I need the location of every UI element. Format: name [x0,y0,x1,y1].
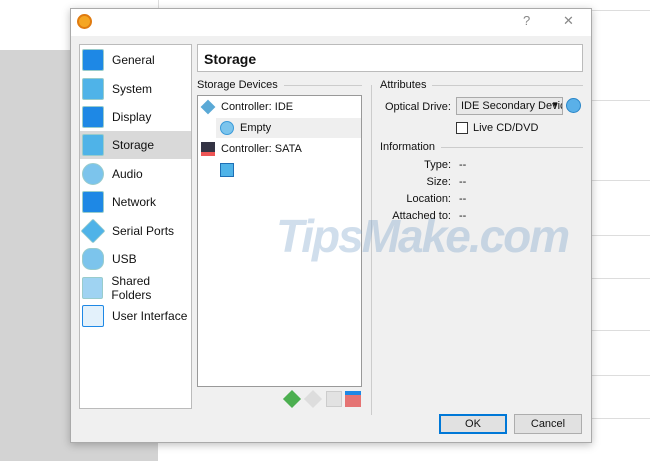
live-cd-checkbox[interactable] [456,122,468,134]
system-icon [82,78,104,100]
ide-controller-icon [200,99,216,115]
display-icon [82,106,104,128]
cancel-button[interactable]: Cancel [514,414,582,434]
close-button[interactable]: ✕ [563,13,574,29]
tree-item-empty-optical[interactable]: Empty [216,118,361,138]
remove-controller-icon[interactable] [303,389,323,409]
optical-disc-icon [220,121,234,135]
tree-item-controller-sata[interactable]: Controller: SATA [201,139,302,159]
general-icon [82,49,104,71]
background-line [592,100,650,101]
choose-disk-icon[interactable] [566,98,581,113]
help-button[interactable]: ? [523,13,530,28]
virtualbox-settings-icon [77,14,92,29]
add-attachment-icon[interactable] [326,391,342,407]
attributes-group: Attributes [380,79,583,91]
attached-to-value: -- [459,210,467,222]
serial-port-icon [80,218,106,244]
size-value: -- [459,176,467,188]
folder-icon [82,277,104,299]
background-line [592,418,650,419]
sidebar-item-user-interface[interactable]: User Interface [80,302,191,330]
attached-to-label: Attached to: [392,210,451,222]
background-line [592,10,650,11]
sidebar-item-audio[interactable]: Audio [80,160,191,188]
background-line [592,330,650,331]
network-icon [82,191,104,213]
location-label: Location: [406,193,451,205]
background-line [592,375,650,376]
live-cd-label: Live CD/DVD [473,122,539,134]
information-group: Information [380,141,583,153]
sidebar-item-usb[interactable]: USB [80,245,191,273]
background-line [592,235,650,236]
optical-drive-label: Optical Drive: [384,101,451,113]
sidebar-item-shared-folders[interactable]: Shared Folders [80,274,191,302]
add-controller-icon[interactable] [282,389,302,409]
hard-disk-icon [220,163,234,177]
user-interface-icon [82,305,104,327]
type-label: Type: [424,159,451,171]
optical-drive-select[interactable]: IDE Secondary Devic ▼ [456,97,563,115]
type-value: -- [459,159,467,171]
size-label: Size: [426,176,451,188]
background-line [592,278,650,279]
sidebar-item-serial-ports[interactable]: Serial Ports [80,217,191,245]
title-bar: ? ✕ [71,9,591,36]
background-line [592,180,650,181]
tree-item-controller-ide[interactable]: Controller: IDE [200,97,293,117]
sata-controller-icon [201,142,215,156]
sidebar-item-system[interactable]: System [80,75,191,103]
sidebar-item-general[interactable]: General [80,46,191,74]
audio-icon [82,163,104,185]
usb-icon [82,248,104,270]
remove-attachment-icon[interactable] [345,391,361,407]
ok-button[interactable]: OK [439,414,507,434]
settings-dialog: ? ✕ General System Display Storage Audio… [70,8,592,443]
sidebar-item-network[interactable]: Network [80,188,191,216]
sidebar-item-display[interactable]: Display [80,103,191,131]
page-title: Storage [197,44,583,72]
tree-item-sata-disk[interactable] [220,160,240,180]
storage-devices-group: Storage Devices [197,79,362,91]
chevron-down-icon: ▼ [551,100,559,109]
settings-sidebar: General System Display Storage Audio Net… [79,44,192,409]
storage-icon [82,134,104,156]
location-value: -- [459,193,467,205]
sidebar-item-storage[interactable]: Storage [80,131,191,159]
